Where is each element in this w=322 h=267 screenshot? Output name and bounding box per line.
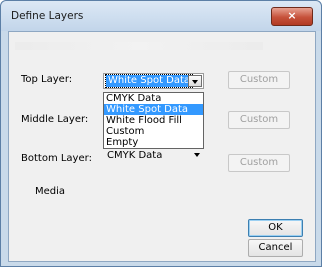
middle-custom-button[interactable]: Custom	[228, 111, 290, 129]
define-layers-dialog: Define Layers × Top Layer: White Spot Da…	[0, 0, 322, 267]
top-custom-button[interactable]: Custom	[228, 71, 290, 89]
media-label: Media	[35, 186, 66, 197]
cancel-button[interactable]: Cancel	[248, 239, 303, 257]
chevron-down-icon	[194, 153, 200, 157]
bottom-layer-select[interactable]: CMYK Data	[103, 147, 204, 163]
ok-button[interactable]: OK	[248, 219, 303, 237]
close-button[interactable]: ×	[271, 7, 313, 26]
bottom-layer-label: Bottom Layer:	[21, 153, 92, 164]
top-layer-select[interactable]: White Spot Data	[103, 73, 204, 89]
dropdown-option[interactable]: CMYK Data	[104, 93, 203, 104]
dropdown-option[interactable]: Empty	[104, 137, 203, 148]
faded-header-row	[15, 42, 263, 50]
dropdown-option[interactable]: Custom	[104, 126, 203, 137]
top-layer-value: White Spot Data	[104, 74, 194, 88]
middle-layer-label: Middle Layer:	[21, 114, 89, 125]
top-layer-label: Top Layer:	[21, 74, 73, 85]
bottom-custom-button[interactable]: Custom	[228, 154, 290, 172]
title-bar[interactable]: Define Layers ×	[1, 1, 321, 31]
dropdown-option[interactable]: White Spot Data	[104, 104, 203, 115]
dropdown-option[interactable]: White Flood Fill	[104, 115, 203, 126]
top-layer-dropdown-list[interactable]: CMYK Data White Spot Data White Flood Fi…	[103, 92, 204, 149]
bottom-layer-value: CMYK Data	[107, 150, 163, 161]
chevron-down-icon	[192, 80, 198, 84]
top-layer-dropdown-button[interactable]	[188, 75, 202, 87]
close-icon: ×	[287, 9, 297, 22]
dialog-title: Define Layers	[11, 10, 84, 22]
